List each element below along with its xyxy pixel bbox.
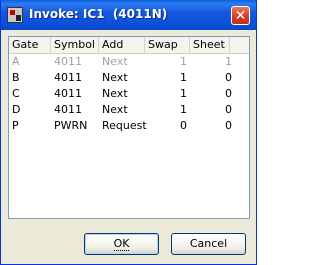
cell-swap: 1 [180, 71, 187, 84]
cell-add: Next [102, 71, 128, 84]
cell-swap: 1 [180, 103, 187, 116]
cell-gate: P [12, 119, 19, 132]
cell-gate: A [12, 55, 20, 68]
cell-sheet: 0 [225, 87, 232, 100]
cell-sheet: 0 [225, 103, 232, 116]
cell-symbol: 4011 [54, 103, 82, 116]
close-icon: ✕ [234, 7, 247, 24]
table-row-gate-p[interactable]: P PWRN Request 0 0 [9, 118, 249, 134]
cancel-button[interactable]: Cancel [171, 233, 246, 255]
table-row-gate-a[interactable]: A 4011 Next 1 1 [9, 54, 249, 70]
table-row-gate-c[interactable]: C 4011 Next 1 0 [9, 86, 249, 102]
title-bar[interactable]: Invoke: IC1 (4011N) ✕ [1, 0, 256, 30]
cell-swap: 1 [180, 55, 187, 68]
cell-sheet: 0 [225, 119, 232, 132]
gate-list[interactable]: Gate Symbol Add Swap Sheet A 4011 Next 1… [8, 36, 250, 219]
cell-gate: C [12, 87, 20, 100]
column-header-sheet[interactable]: Sheet [190, 37, 230, 53]
cell-swap: 1 [180, 87, 187, 100]
cell-add: Next [102, 103, 128, 116]
cell-sheet: 0 [225, 71, 232, 84]
cell-swap: 0 [180, 119, 187, 132]
cell-symbol: 4011 [54, 55, 82, 68]
column-header-add[interactable]: Add [99, 37, 145, 53]
table-row-gate-b[interactable]: B 4011 Next 1 0 [9, 70, 249, 86]
column-header-symbol[interactable]: Symbol [51, 37, 99, 53]
cell-sheet: 1 [225, 55, 232, 68]
cell-gate: B [12, 71, 20, 84]
cell-symbol: 4011 [54, 87, 82, 100]
ok-button-label: OK [113, 237, 130, 251]
cell-symbol: PWRN [54, 119, 88, 132]
cell-symbol: 4011 [54, 71, 82, 84]
ok-button[interactable]: OK [84, 233, 159, 255]
close-button[interactable]: ✕ [231, 6, 250, 25]
list-header: Gate Symbol Add Swap Sheet [9, 37, 249, 54]
cell-add: Next [102, 55, 128, 68]
invoke-dialog: Invoke: IC1 (4011N) ✕ Gate Symbol Add Sw… [0, 0, 257, 265]
cell-gate: D [12, 103, 21, 116]
cell-add: Next [102, 87, 128, 100]
window-title: Invoke: IC1 (4011N) [29, 7, 168, 21]
cell-add: Request [102, 119, 147, 132]
column-header-gate[interactable]: Gate [9, 37, 51, 53]
cancel-button-label: Cancel [189, 237, 228, 250]
app-icon[interactable] [7, 7, 23, 23]
table-row-gate-d[interactable]: D 4011 Next 1 0 [9, 102, 249, 118]
column-header-swap[interactable]: Swap [145, 37, 190, 53]
